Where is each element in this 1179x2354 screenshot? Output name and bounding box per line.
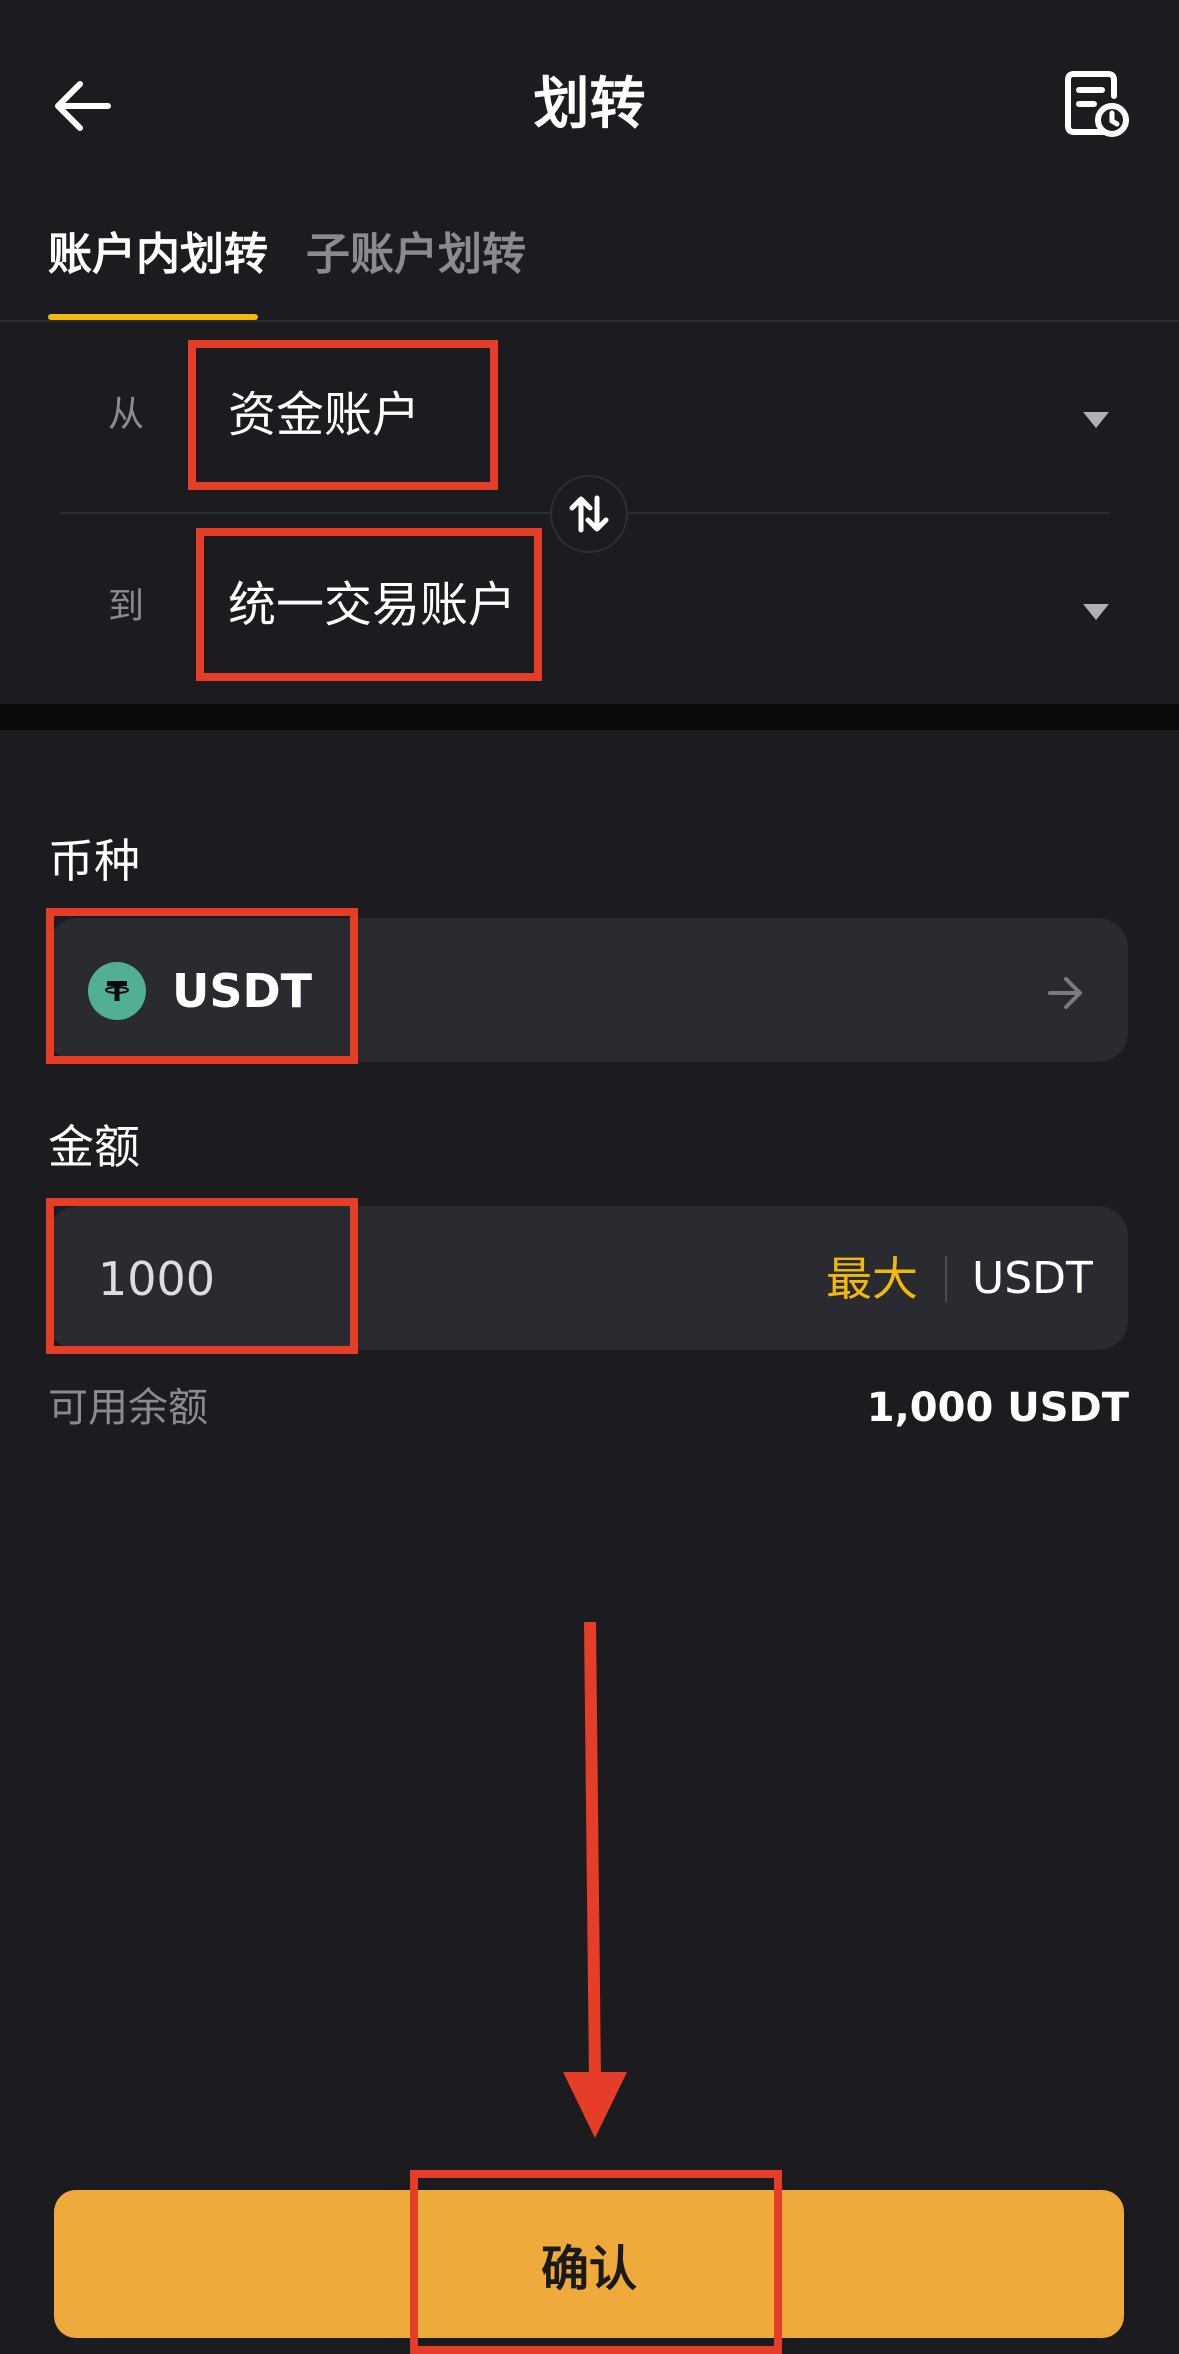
from-dropdown-caret-icon[interactable] (1083, 412, 1109, 428)
tab-bar-divider (0, 320, 1179, 322)
coin-label: 币种 (48, 834, 140, 888)
swap-accounts-button[interactable] (550, 475, 628, 553)
max-button[interactable]: 最大 (826, 1244, 918, 1314)
highlight-box-from (188, 340, 498, 490)
arrow-right-icon[interactable] (1046, 975, 1086, 1011)
page-title: 划转 (533, 72, 646, 137)
section-separator (0, 704, 1179, 730)
tab-subaccount-transfer[interactable]: 子账户划转 (306, 222, 526, 288)
amount-unit: USDT (972, 1253, 1093, 1304)
record-history-icon[interactable] (1064, 70, 1130, 140)
highlight-box-confirm (410, 2170, 782, 2354)
highlight-box-coin (46, 908, 358, 1064)
available-balance-value: 1,000 USDT (866, 1385, 1129, 1431)
highlight-box-to (196, 528, 542, 681)
amount-separator (945, 1256, 947, 1302)
amount-label: 金额 (48, 1120, 140, 1174)
tab-internal-transfer[interactable]: 账户内划转 (48, 222, 268, 288)
highlight-box-amount (46, 1198, 358, 1354)
annotation-arrow-icon (563, 1621, 627, 2138)
from-label: 从 (108, 394, 145, 435)
available-balance-label: 可用余额 (48, 1385, 208, 1431)
to-label: 到 (108, 586, 145, 627)
swap-arrows-icon (569, 495, 609, 533)
to-dropdown-caret-icon[interactable] (1083, 604, 1109, 620)
